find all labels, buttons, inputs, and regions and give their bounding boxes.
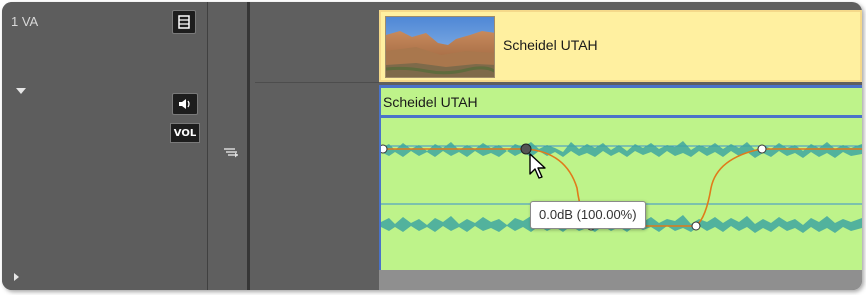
track-gap-column <box>255 2 379 290</box>
keyframe-point[interactable] <box>691 221 701 231</box>
speaker-icon[interactable] <box>172 93 198 115</box>
keyframe-point[interactable] <box>381 144 388 154</box>
panel-view-glyph <box>178 15 190 29</box>
audio-clip-title: Scheidel UTAH <box>383 94 478 110</box>
track-header: 1 VA VOL <box>2 2 208 290</box>
audio-clip-header: Scheidel UTAH <box>381 88 862 118</box>
panel-view-icon[interactable] <box>172 10 196 34</box>
volume-button[interactable]: VOL <box>170 123 200 143</box>
expand-track-triangle[interactable] <box>14 273 19 281</box>
speaker-glyph <box>179 99 190 109</box>
track-name-label: 1 VA <box>11 14 39 29</box>
timeline-window: 1 VA VOL Scheidel UTAH Scheidel UTAH 0.0… <box>2 2 862 290</box>
canyon-thumbnail-image <box>386 17 494 77</box>
video-clip-title: Scheidel UTAH <box>503 37 598 53</box>
mouse-cursor-icon <box>529 153 546 179</box>
sync-lock-glyph <box>224 148 238 158</box>
keyframe-point[interactable] <box>757 144 767 154</box>
volume-tooltip: 0.0dB (100.00%) <box>530 201 646 229</box>
timeline-bottom-bar <box>379 270 862 290</box>
audio-clip[interactable]: Scheidel UTAH <box>379 85 862 270</box>
canyon-thumbnail <box>385 16 495 78</box>
audio-waveform-area[interactable] <box>381 118 862 270</box>
sync-lock-icon[interactable] <box>223 146 239 162</box>
track-divider <box>255 82 379 83</box>
video-clip[interactable]: Scheidel UTAH <box>379 10 862 82</box>
collapse-track-triangle[interactable] <box>16 88 26 94</box>
